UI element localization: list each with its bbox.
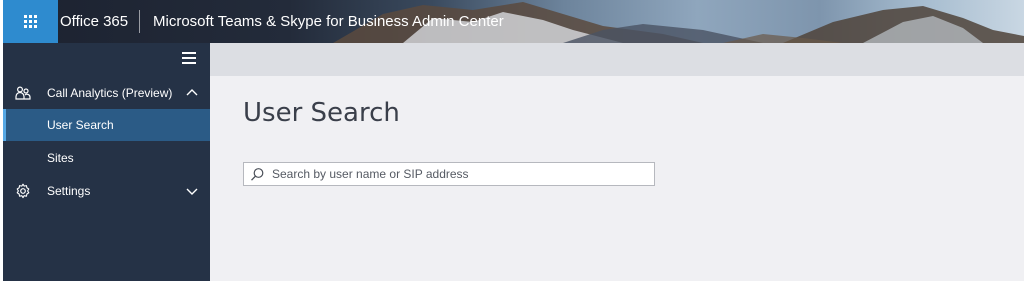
sidebar-item-user-search[interactable]: User Search <box>3 109 210 141</box>
sidebar-item-settings[interactable]: Settings <box>3 175 210 207</box>
sidebar-item-label: Settings <box>47 184 91 198</box>
header-divider <box>139 10 140 33</box>
user-search-box[interactable] <box>243 162 655 186</box>
main-content: User Search <box>210 76 1024 281</box>
sidebar-item-sites[interactable]: Sites <box>3 142 210 174</box>
office-365-link[interactable]: Office 365 <box>60 0 128 43</box>
people-icon <box>15 86 31 100</box>
top-bar: Office 365 Microsoft Teams & Skype for B… <box>3 0 1024 43</box>
sidebar-item-label: Sites <box>47 151 74 165</box>
sidebar-item-call-analytics[interactable]: Call Analytics (Preview) <box>3 77 210 109</box>
sidebar: Call Analytics (Preview) User Search Sit… <box>3 43 210 281</box>
sidebar-item-label: User Search <box>47 118 114 132</box>
command-bar <box>210 43 1024 76</box>
chevron-up-icon <box>186 89 198 96</box>
search-icon <box>251 168 264 181</box>
app-title: Microsoft Teams & Skype for Business Adm… <box>153 13 504 30</box>
page-title: User Search <box>243 98 400 128</box>
search-input[interactable] <box>272 163 642 185</box>
app-launcher-icon <box>24 15 37 28</box>
gear-icon <box>16 183 30 199</box>
app-launcher-button[interactable] <box>3 0 58 43</box>
sidebar-item-label: Call Analytics (Preview) <box>47 86 173 100</box>
chevron-down-icon <box>186 188 198 195</box>
hamburger-icon[interactable] <box>182 52 196 64</box>
